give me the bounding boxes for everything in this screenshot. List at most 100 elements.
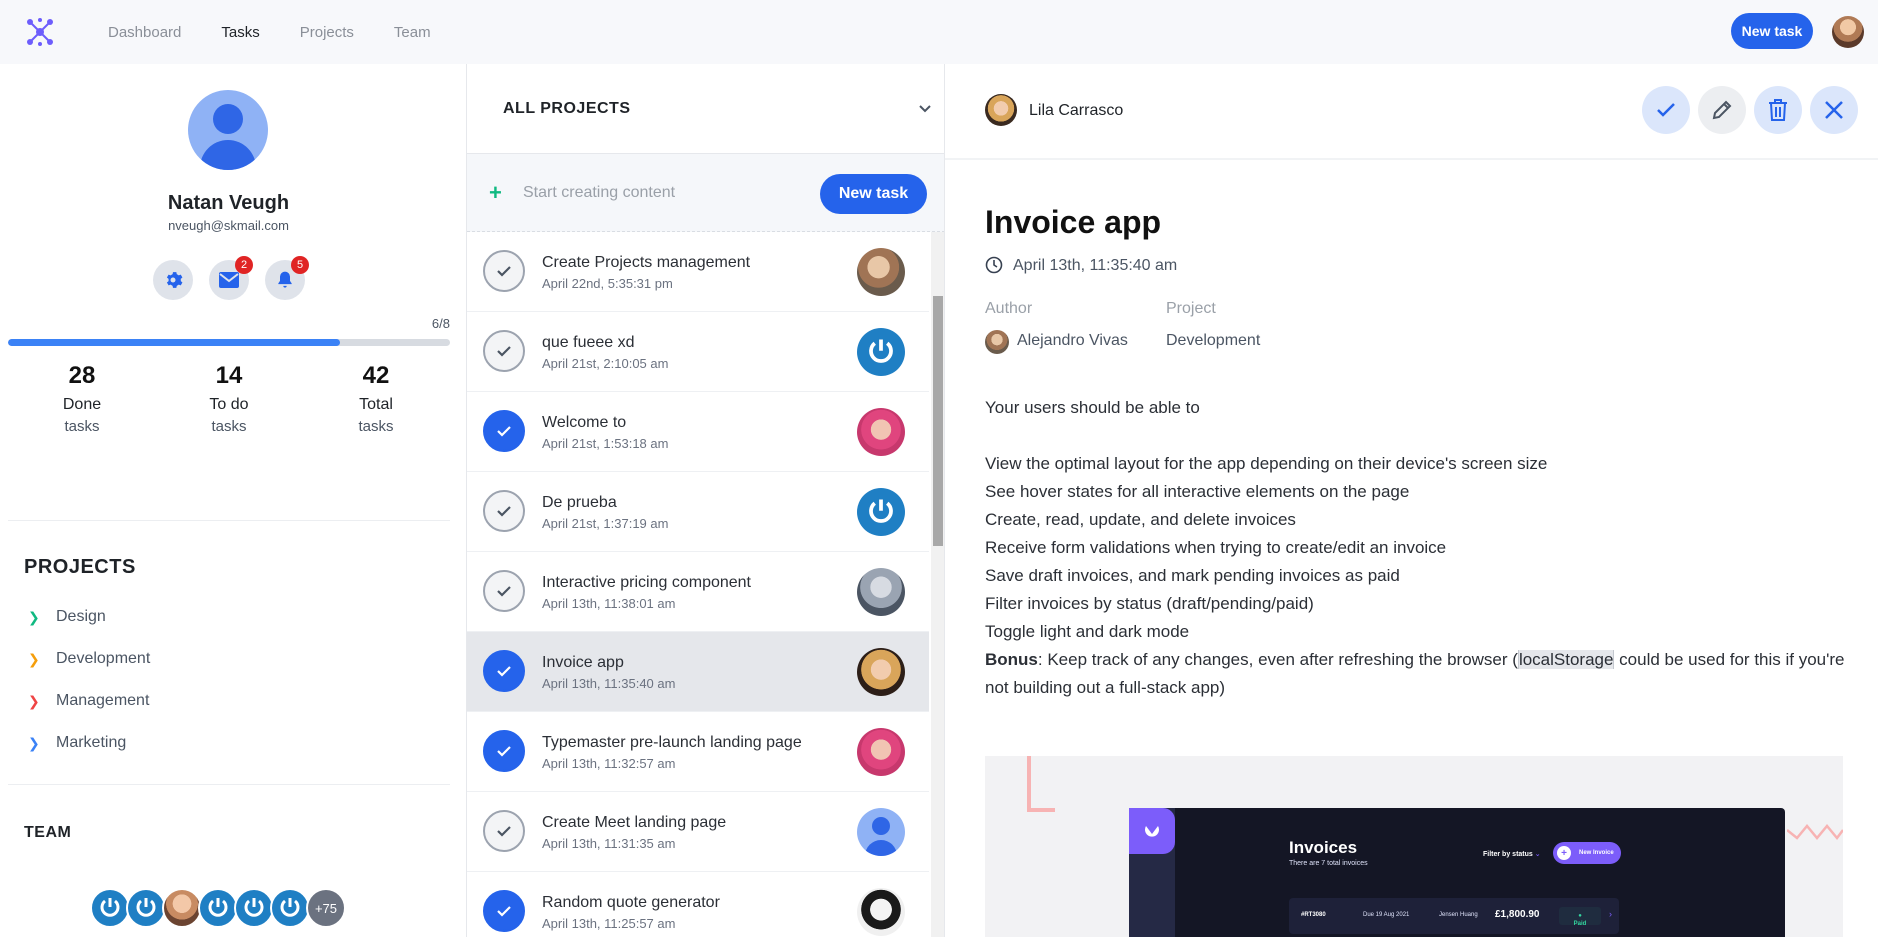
app-logo-icon[interactable] bbox=[24, 16, 56, 48]
nav-projects[interactable]: Projects bbox=[300, 24, 354, 41]
description-intro: Your users should be able to bbox=[985, 398, 1200, 417]
preview-app-screen: Invoices There are 7 total invoices Filt… bbox=[1129, 808, 1785, 937]
task-detail-panel: Lila Carrasco Invoice app April 13th, 11… bbox=[945, 64, 1878, 937]
check-icon bbox=[497, 826, 511, 837]
task-complete-toggle[interactable] bbox=[483, 330, 525, 372]
task-item[interactable]: Random quote generator April 13th, 11:25:… bbox=[467, 872, 929, 937]
new-task-button[interactable]: New task bbox=[820, 174, 927, 214]
project-item-development[interactable]: ❯ Development bbox=[28, 647, 150, 671]
divider bbox=[8, 784, 450, 785]
task-item[interactable]: De prueba April 21st, 1:37:19 am bbox=[467, 472, 929, 552]
power-icon bbox=[136, 898, 156, 917]
task-complete-toggle[interactable] bbox=[483, 890, 525, 932]
project-item-label: Marketing bbox=[56, 734, 127, 751]
scrollbar-thumb[interactable] bbox=[933, 296, 943, 546]
create-task-input[interactable]: Start creating content bbox=[523, 184, 675, 202]
check-icon bbox=[497, 346, 511, 357]
settings-button[interactable] bbox=[153, 260, 193, 300]
stat-done-label: Done bbox=[62, 396, 102, 413]
task-complete-toggle[interactable] bbox=[483, 410, 525, 452]
edit-task-button[interactable] bbox=[1698, 86, 1746, 134]
profile-sidebar: Natan Veugh nveugh@skmail.com 2 5 6/8 28… bbox=[0, 64, 467, 937]
task-item[interactable]: Create Meet landing page April 13th, 11:3… bbox=[467, 792, 929, 872]
check-icon bbox=[497, 266, 511, 277]
task-item[interactable]: Interactive pricing component April 13th,… bbox=[467, 552, 929, 632]
task-item[interactable]: Welcome to April 21st, 1:53:18 am bbox=[467, 392, 929, 472]
task-date: April 13th, 11:38:01 am bbox=[542, 596, 676, 611]
nav-tasks[interactable]: Tasks bbox=[221, 24, 259, 41]
task-assignee-avatar bbox=[857, 808, 905, 856]
projects-heading: PROJECTS bbox=[24, 556, 136, 578]
mail-badge: 2 bbox=[235, 256, 253, 274]
profile-email: nveugh@skmail.com bbox=[168, 218, 289, 233]
task-list-scrollbar[interactable] bbox=[931, 232, 944, 937]
task-complete-toggle[interactable] bbox=[483, 810, 525, 852]
stat-total-sublabel: tasks bbox=[358, 418, 394, 435]
team-more-count[interactable]: +75 bbox=[306, 888, 346, 928]
progress-fill bbox=[8, 339, 340, 346]
task-complete-toggle[interactable] bbox=[483, 490, 525, 532]
task-complete-toggle[interactable] bbox=[483, 570, 525, 612]
owner-avatar bbox=[985, 94, 1017, 126]
task-title: Random quote generator bbox=[542, 894, 720, 911]
task-complete-toggle[interactable] bbox=[483, 650, 525, 692]
pencil-icon bbox=[1712, 100, 1732, 120]
bonus-label: Bonus bbox=[985, 650, 1038, 669]
project-item-marketing[interactable]: ❯ Marketing bbox=[28, 731, 126, 755]
stat-todo-number: 14 bbox=[215, 362, 243, 389]
team-member-avatar[interactable] bbox=[162, 888, 202, 928]
chevron-right-icon: ❯ bbox=[28, 608, 40, 625]
task-description: Your users should be able to View the op… bbox=[985, 394, 1850, 702]
delete-task-button[interactable] bbox=[1754, 86, 1802, 134]
trash-icon bbox=[1769, 99, 1787, 121]
close-detail-button[interactable] bbox=[1810, 86, 1858, 134]
project-filter-label: ALL PROJECTS bbox=[503, 99, 631, 117]
task-item[interactable]: Typemaster pre-launch landing page April … bbox=[467, 712, 929, 792]
power-icon bbox=[869, 499, 893, 523]
profile-avatar bbox=[188, 90, 268, 170]
stat-total-label: Total bbox=[359, 396, 393, 413]
nav-team[interactable]: Team bbox=[394, 24, 431, 41]
detail-header: Lila Carrasco bbox=[945, 64, 1878, 160]
project-filter-dropdown[interactable]: ALL PROJECTS bbox=[467, 64, 944, 154]
project-item-management[interactable]: ❯ Management bbox=[28, 689, 149, 713]
progress-bar bbox=[8, 339, 450, 346]
task-title: que fueee xd bbox=[542, 334, 635, 351]
team-member-avatar[interactable] bbox=[270, 888, 310, 928]
stat-done: 28 Done tasks bbox=[22, 362, 142, 435]
bonus-text: : Keep track of any changes, even after … bbox=[1037, 650, 1518, 669]
team-member-avatar[interactable] bbox=[90, 888, 130, 928]
notifications-button[interactable]: 5 bbox=[265, 256, 309, 300]
team-heading: TEAM bbox=[24, 824, 72, 841]
complete-task-button[interactable] bbox=[1642, 86, 1690, 134]
top-bar: Dashboard Tasks Projects Team New task bbox=[0, 0, 1878, 64]
task-date: April 21st, 1:37:19 am bbox=[542, 516, 669, 531]
gear-icon bbox=[166, 272, 183, 288]
preview-chevron-right-icon: › bbox=[1609, 909, 1612, 919]
team-member-avatar[interactable] bbox=[126, 888, 166, 928]
task-complete-toggle[interactable] bbox=[483, 250, 525, 292]
profile-name: Natan Veugh bbox=[167, 192, 290, 214]
team-member-avatar[interactable] bbox=[234, 888, 274, 928]
team-member-avatar[interactable] bbox=[198, 888, 238, 928]
preview-row-name: Jensen Huang bbox=[1439, 912, 1478, 918]
task-item[interactable]: que fueee xd April 21st, 2:10:05 am bbox=[467, 312, 929, 392]
preview-filter: Filter by status ⌄ bbox=[1483, 850, 1541, 858]
description-line: View the optimal layout for the app depe… bbox=[985, 454, 1548, 473]
power-icon bbox=[244, 898, 264, 917]
nav-dashboard[interactable]: Dashboard bbox=[108, 24, 181, 41]
project-item-design[interactable]: ❯ Design bbox=[28, 605, 106, 629]
stat-todo: 14 To do tasks bbox=[169, 362, 289, 435]
task-date: April 13th, 11:35:40 am bbox=[1013, 257, 1178, 274]
task-complete-toggle[interactable] bbox=[483, 730, 525, 772]
project-item-label: Management bbox=[56, 692, 150, 709]
task-item[interactable]: Invoice app April 13th, 11:35:40 am bbox=[467, 632, 929, 712]
user-avatar[interactable] bbox=[1832, 16, 1864, 48]
messages-button[interactable]: 2 bbox=[209, 256, 253, 300]
task-assignee-avatar bbox=[857, 888, 905, 936]
description-line: Toggle light and dark mode bbox=[985, 622, 1190, 641]
task-title: Create Projects management bbox=[542, 254, 751, 271]
plus-icon: + bbox=[489, 180, 502, 205]
top-new-task-button[interactable]: New task bbox=[1731, 13, 1813, 49]
task-item[interactable]: Create Projects management April 22nd, 5:… bbox=[467, 232, 929, 312]
